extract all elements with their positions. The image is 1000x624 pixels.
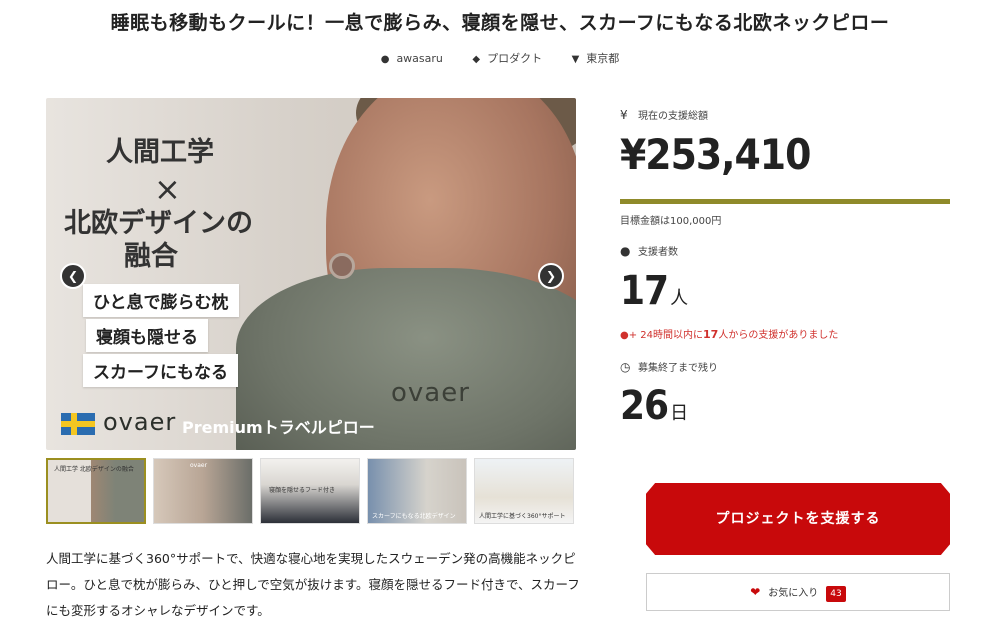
funding-progress-bar [620,199,950,204]
favorite-button[interactable]: ❤ お気に入り 43 [646,573,950,611]
goal-amount: 目標金額は100,000円 [620,216,722,227]
total-label: ¥ 現在の支援総額 [620,108,708,122]
location-name: 東京都 [586,52,620,65]
category-name: プロダクト [487,52,543,65]
tag-icon: ◆ [472,54,481,65]
thumbnail-strip: 人間工学 北欧デザインの融合 ovaer 寝顔を隠せるフード付き スカーフにもな… [46,458,576,526]
users-icon: ●+ [620,330,641,341]
recent-backers-notice: ●+ 24時間以内に17人からの支援がありました [620,328,839,341]
brand-logo: ovaer [103,408,177,436]
support-project-button[interactable]: プロジェクトを支援する [646,483,950,555]
main-product-image[interactable]: ovaer 人間工学 × 北欧デザインの 融合 ひと息で膨らむ枕 寝顔も隠せる … [46,98,576,450]
feature-chip-scarf: スカーフにもなる [83,354,238,387]
user-icon: ● [620,244,631,258]
backers-count: 17 人 [620,268,688,314]
thumbnail-1[interactable]: 人間工学 北欧デザインの融合 [46,458,146,524]
map-pin-icon: ▼ [571,54,580,65]
total-amount: ¥253,410 [620,130,811,179]
yen-icon: ¥ [620,108,628,122]
project-title: 睡眠も移動もクールに！一息で膨らみ、寝顔を隠せ、スカーフにもなる北欧ネックピロー [110,12,890,34]
days-left: 26 日 [620,383,688,429]
hero-tagline: Premiumトラベルピロー [182,418,375,437]
author-link[interactable]: ● awasaru [381,52,443,65]
thumbnail-caption: ovaer [190,462,208,469]
pillow-valve [329,253,355,279]
category-link[interactable]: ◆ プロダクト [472,50,542,66]
clock-icon: ◷ [620,360,631,374]
backers-label: ● 支援者数 [620,244,678,258]
location-link[interactable]: ▼ 東京都 [572,50,620,66]
pillow-logo: ovaer [391,378,470,408]
hero-line1: 人間工学 [106,137,214,168]
thumbnail-caption: 寝顔を隠せるフード付き [269,487,336,494]
thumbnail-5[interactable]: 人間工学に基づく360°サポート [474,458,574,524]
thumbnail-caption: スカーフにもなる北欧デザイン [372,513,456,520]
heart-icon: ❤ [750,585,761,599]
funding-progress-fill [620,199,950,204]
thumbnail-2[interactable]: ovaer [153,458,253,524]
thumbnail-3[interactable]: 寝顔を隠せるフード付き [260,458,360,524]
favorite-count-badge: 43 [826,586,846,602]
prev-image-button[interactable]: ❮ [60,263,86,289]
next-image-button[interactable]: ❯ [538,263,564,289]
sweden-flag-icon [61,413,95,435]
days-left-label: ◷ 募集終了まで残り [620,360,718,374]
project-meta: ● awasaru ◆ プロダクト ▼ 東京都 [0,50,1000,66]
feature-chip-inflate: ひと息で膨らむ枕 [83,284,239,317]
project-description: 人間工学に基づく360°サポートで、快適な寝心地を実現したスウェーデン発の高機能… [46,551,580,618]
hero-line3: 融合 [124,241,178,272]
thumbnail-caption: 人間工学に基づく360°サポート [479,513,566,520]
author-name: awasaru [396,52,443,65]
user-icon: ● [380,54,390,65]
thumbnail-caption: 人間工学 北欧デザインの融合 [54,466,134,473]
feature-chip-hide-face: 寝顔も隠せる [86,319,208,352]
thumbnail-4[interactable]: スカーフにもなる北欧デザイン [367,458,467,524]
